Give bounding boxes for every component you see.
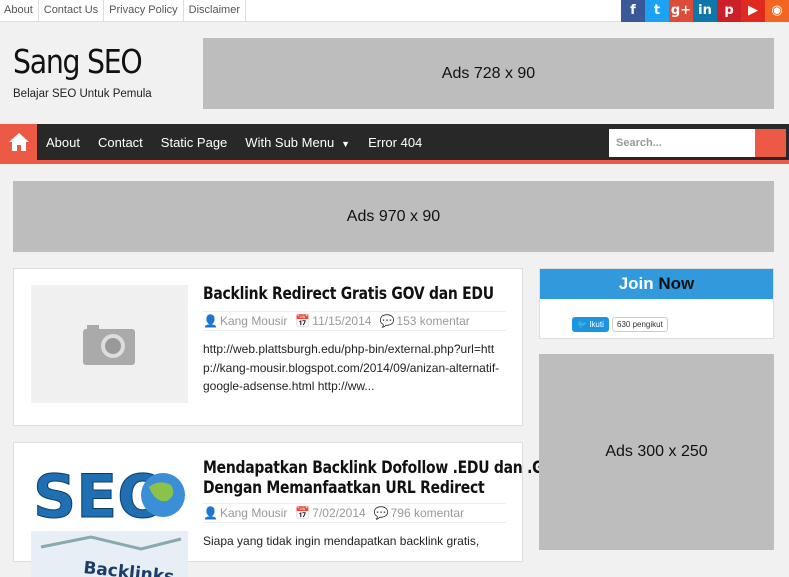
post-meta: 👤 Kang Mousir 📅 7/02/2014 💬 796 komentar <box>203 503 506 523</box>
toplink-about[interactable]: About <box>0 0 39 21</box>
calendar-icon: 📅 <box>295 314 311 328</box>
post-date: 11/15/2014 <box>312 314 372 328</box>
twitter-bird-icon: 🐦 <box>577 320 587 329</box>
toplink-privacy-policy[interactable]: Privacy Policy <box>104 0 184 21</box>
post-author[interactable]: Kang Mousir <box>220 314 287 328</box>
caret-down-icon: ▼ <box>341 139 351 149</box>
site-title[interactable]: Sang SEO <box>13 42 143 81</box>
post-comments[interactable]: 153 komentar <box>396 314 469 328</box>
banner-ad[interactable]: Ads 970 x 90 <box>13 181 774 252</box>
rss-icon[interactable]: ◉ <box>765 0 789 22</box>
nav-item-about[interactable]: About <box>37 124 89 160</box>
post-title[interactable]: Backlink Redirect Gratis GOV dan EDU <box>203 284 494 305</box>
seo-backlinks-image: SEO Backlinks <box>31 462 188 577</box>
home-icon <box>8 133 29 151</box>
post-title-line2[interactable]: Dengan Memanfaatkan URL Redirect <box>203 478 485 499</box>
search-button[interactable] <box>755 129 786 157</box>
nav-item-error-404[interactable]: Error 404 <box>359 124 431 160</box>
header-ad[interactable]: Ads 728 x 90 <box>203 38 774 109</box>
google-plus-icon[interactable]: g+ <box>669 0 693 22</box>
nav-item-with-sub-menu-label: With Sub Menu <box>245 135 335 150</box>
top-bar: About Contact Us Privacy Policy Disclaim… <box>0 0 789 22</box>
nav-item-contact[interactable]: Contact <box>89 124 152 160</box>
site-header: Sang SEO Belajar SEO Untuk Pemula Ads 72… <box>0 22 789 124</box>
camera-placeholder-icon <box>83 325 135 365</box>
pinterest-icon[interactable]: p <box>717 0 741 22</box>
post-title-line1[interactable]: Mendapatkan Backlink Dofollow .EDU dan .… <box>203 458 565 479</box>
home-button[interactable] <box>0 124 37 160</box>
nav-item-static-page[interactable]: Static Page <box>152 124 237 160</box>
comments-icon: 💬 <box>373 506 389 520</box>
site-description: Belajar SEO Untuk Pemula <box>13 88 152 100</box>
author-icon: 👤 <box>203 506 218 520</box>
calendar-icon: 📅 <box>295 506 311 520</box>
post-meta: 👤 Kang Mousir 📅 11/15/2014 💬 153 komentar <box>203 311 506 331</box>
join-now-header: Join Now <box>540 269 773 299</box>
post-excerpt: http://web.plattsburgh.edu/php-bin/exter… <box>203 342 500 393</box>
follower-count: 630 pengikut <box>612 317 668 332</box>
post-card: Backlink Redirect Gratis GOV dan EDU 👤 Ka… <box>13 268 523 426</box>
main-nav: About Contact Static Page With Sub Menu ▼… <box>0 124 789 164</box>
social-icons: f t g+ in p ▶ ◉ <box>621 0 789 22</box>
post-thumbnail[interactable]: SEO Backlinks <box>31 459 188 577</box>
nav-items: About Contact Static Page With Sub Menu ▼… <box>37 124 431 160</box>
nav-item-with-sub-menu[interactable]: With Sub Menu ▼ <box>236 124 359 160</box>
post-comments[interactable]: 796 komentar <box>391 506 464 520</box>
join-word: Join <box>618 274 654 293</box>
post-date: 7/02/2014 <box>312 506 366 520</box>
toplink-disclaimer[interactable]: Disclaimer <box>184 0 246 21</box>
comments-icon: 💬 <box>379 314 395 328</box>
twitter-icon[interactable]: t <box>645 0 669 22</box>
follow-label: Ikuti <box>589 320 604 329</box>
post-card: SEO Backlinks Mendapatkan Backlink Dofol… <box>13 442 565 577</box>
post-excerpt: Siapa yang tidak ingin mendapatkan backl… <box>203 534 480 548</box>
youtube-icon[interactable]: ▶ <box>741 0 765 22</box>
post-author[interactable]: Kang Mousir <box>220 506 287 520</box>
follow-button[interactable]: 🐦 Ikuti <box>572 317 609 332</box>
toplink-contact-us[interactable]: Contact Us <box>39 0 105 21</box>
linkedin-icon[interactable]: in <box>693 0 717 22</box>
search-input[interactable] <box>609 129 755 157</box>
join-now-widget: Join Now 🐦 Ikuti 630 pengikut <box>539 268 774 339</box>
sidebar-ad[interactable]: Ads 300 x 250 <box>539 354 774 550</box>
author-icon: 👤 <box>203 314 218 328</box>
facebook-icon[interactable]: f <box>621 0 645 22</box>
post-thumbnail[interactable] <box>31 285 188 403</box>
now-word: Now <box>658 274 695 293</box>
